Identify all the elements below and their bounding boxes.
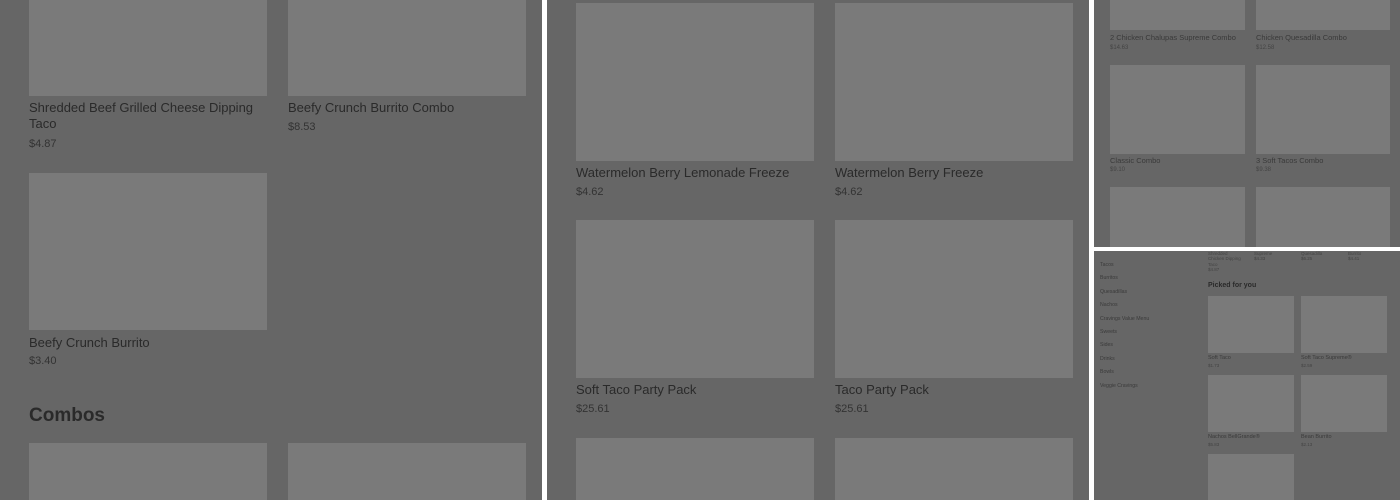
item-price: $3.40 [29,355,57,367]
item-image[interactable] [835,438,1073,500]
menu-item-card[interactable]: Beefy Crunch Burrito Combo $8.53 [288,0,526,140]
item-title: Taco Party Pack [835,382,929,397]
menu-item-card[interactable]: Burrito $4.41 [1348,251,1388,262]
item-image [29,0,267,96]
menu-item-card[interactable]: 2 Chicken Chalupas Supreme Combo $14.63 [1110,0,1245,55]
item-image [835,3,1073,161]
item-title: 3 Soft Tacos Combo [1256,156,1324,165]
item-title: Bean Burrito [1301,434,1332,440]
menu-item-card[interactable]: Bean Burrito $2.13 [1301,375,1387,447]
item-title: Soft Taco [1208,355,1231,361]
item-price: $12.58 [1256,45,1275,51]
menu-item-card[interactable]: Beefy Crunch Burrito $3.40 [29,173,267,373]
item-price: $4.87 [29,138,57,150]
item-title: Shredded Beef Grilled Cheese Dipping Tac… [29,100,254,132]
item-image[interactable] [1256,187,1390,247]
item-price: $8.53 [288,121,316,133]
item-price: $2.13 [1301,442,1313,447]
item-price: $25.61 [835,403,869,415]
category-item-burritos[interactable]: Burritos [1100,272,1149,285]
menu-item-card[interactable]: 3 Soft Tacos Combo $9.38 [1256,65,1390,177]
item-title: Soft Taco Supreme® [1301,355,1352,361]
item-price: $2.59 [1301,363,1313,368]
item-image[interactable] [1110,187,1245,247]
menu-panel-categories: Shredded Chicken Dipping Taco $4.87 Supr… [1094,251,1400,500]
item-price: $14.63 [1110,45,1129,51]
item-image[interactable] [29,443,267,500]
menu-panel-main: Shredded Beef Grilled Cheese Dipping Tac… [0,0,542,500]
item-image [1110,0,1245,30]
item-image [835,220,1073,378]
item-image [288,0,526,96]
category-item-bowls[interactable]: Bowls [1100,366,1149,379]
category-item-sides[interactable]: Sides [1100,339,1149,352]
menu-item-card[interactable]: Shredded Chicken Dipping Taco $4.87 [1208,251,1242,273]
menu-item-card[interactable]: Supreme $4.33 [1254,251,1294,262]
item-image [1256,65,1390,154]
item-image [1301,375,1387,432]
item-price: $4.33 [1254,256,1266,262]
item-image [1301,296,1387,353]
menu-item-card[interactable]: Classic Combo $9.10 [1110,65,1245,177]
category-item-sweets[interactable]: Sweets [1100,326,1149,339]
category-item-quesadillas[interactable]: Quesadillas [1100,286,1149,299]
item-title: Classic Combo [1110,156,1161,165]
item-image [1208,375,1294,432]
item-image[interactable] [576,438,814,500]
category-item-nachos[interactable]: Nachos [1100,299,1149,312]
menu-item-card[interactable]: Soft Taco $1.73 [1208,296,1294,368]
item-title: Watermelon Berry Freeze [835,165,984,180]
item-title: Chicken Quesadilla Combo [1256,33,1347,42]
item-price: $4.62 [576,186,604,198]
item-image [1208,296,1294,353]
menu-item-card[interactable]: Taco Party Pack $25.61 [835,220,1073,420]
section-title-combos: Combos [29,405,105,426]
screenshot-stage: Shredded Beef Grilled Cheese Dipping Tac… [0,0,1400,500]
item-title: Beefy Crunch Burrito Combo [288,100,455,115]
item-price: $4.41 [1348,256,1360,262]
item-price: $9.38 [1256,167,1272,173]
menu-item-card[interactable]: Soft Taco Supreme® $2.59 [1301,296,1387,368]
item-title: Beefy Crunch Burrito [29,335,150,350]
item-title: Nachos BellGrande® [1208,434,1260,440]
menu-item-card[interactable]: Chicken Quesadilla Combo $12.58 [1256,0,1390,55]
item-image[interactable] [1208,454,1294,500]
item-price: $4.87 [1208,267,1220,273]
item-price: $6.25 [1301,256,1313,262]
item-price: $9.10 [1110,167,1126,173]
category-item-cravings-value-menu[interactable]: Cravings Value Menu [1100,313,1149,326]
menu-item-card[interactable]: Watermelon Berry Lemonade Freeze $4.62 [576,3,814,203]
section-title-picked-for-you: Picked for you [1208,282,1257,289]
item-title: Shredded Chicken Dipping Taco [1208,251,1241,267]
menu-item-card[interactable]: Nachos BellGrande® $5.83 [1208,375,1294,447]
item-price: $5.83 [1208,442,1220,447]
item-title: 2 Chicken Chalupas Supreme Combo [1110,33,1236,42]
item-price: $25.61 [576,403,610,415]
menu-item-card[interactable]: Shredded Beef Grilled Cheese Dipping Tac… [29,0,267,160]
item-image [1110,65,1245,154]
item-title: Soft Taco Party Pack [576,382,697,397]
category-item-tacos[interactable]: Tacos [1100,259,1149,272]
item-image [1256,0,1390,30]
category-item-drinks[interactable]: Drinks [1100,353,1149,366]
item-image [576,3,814,161]
category-item-veggie-cravings[interactable]: Veggie Cravings [1100,380,1149,393]
menu-panel-drinks: Watermelon Berry Lemonade Freeze $4.62 W… [547,0,1089,500]
item-image [29,173,267,330]
menu-panel-combos: 2 Chicken Chalupas Supreme Combo $14.63 … [1094,0,1400,247]
menu-item-card[interactable]: Soft Taco Party Pack $25.61 [576,220,814,420]
item-title: Watermelon Berry Lemonade Freeze [576,165,790,180]
menu-item-card[interactable]: Quesadilla $6.25 [1301,251,1341,262]
menu-item-card[interactable]: Watermelon Berry Freeze $4.62 [835,3,1073,203]
item-image [576,220,814,378]
item-image[interactable] [288,443,526,500]
item-price: $4.62 [835,186,863,198]
item-price: $1.73 [1208,363,1220,368]
category-nav: Tacos Burritos Quesadillas Nachos Cravin… [1100,259,1149,393]
